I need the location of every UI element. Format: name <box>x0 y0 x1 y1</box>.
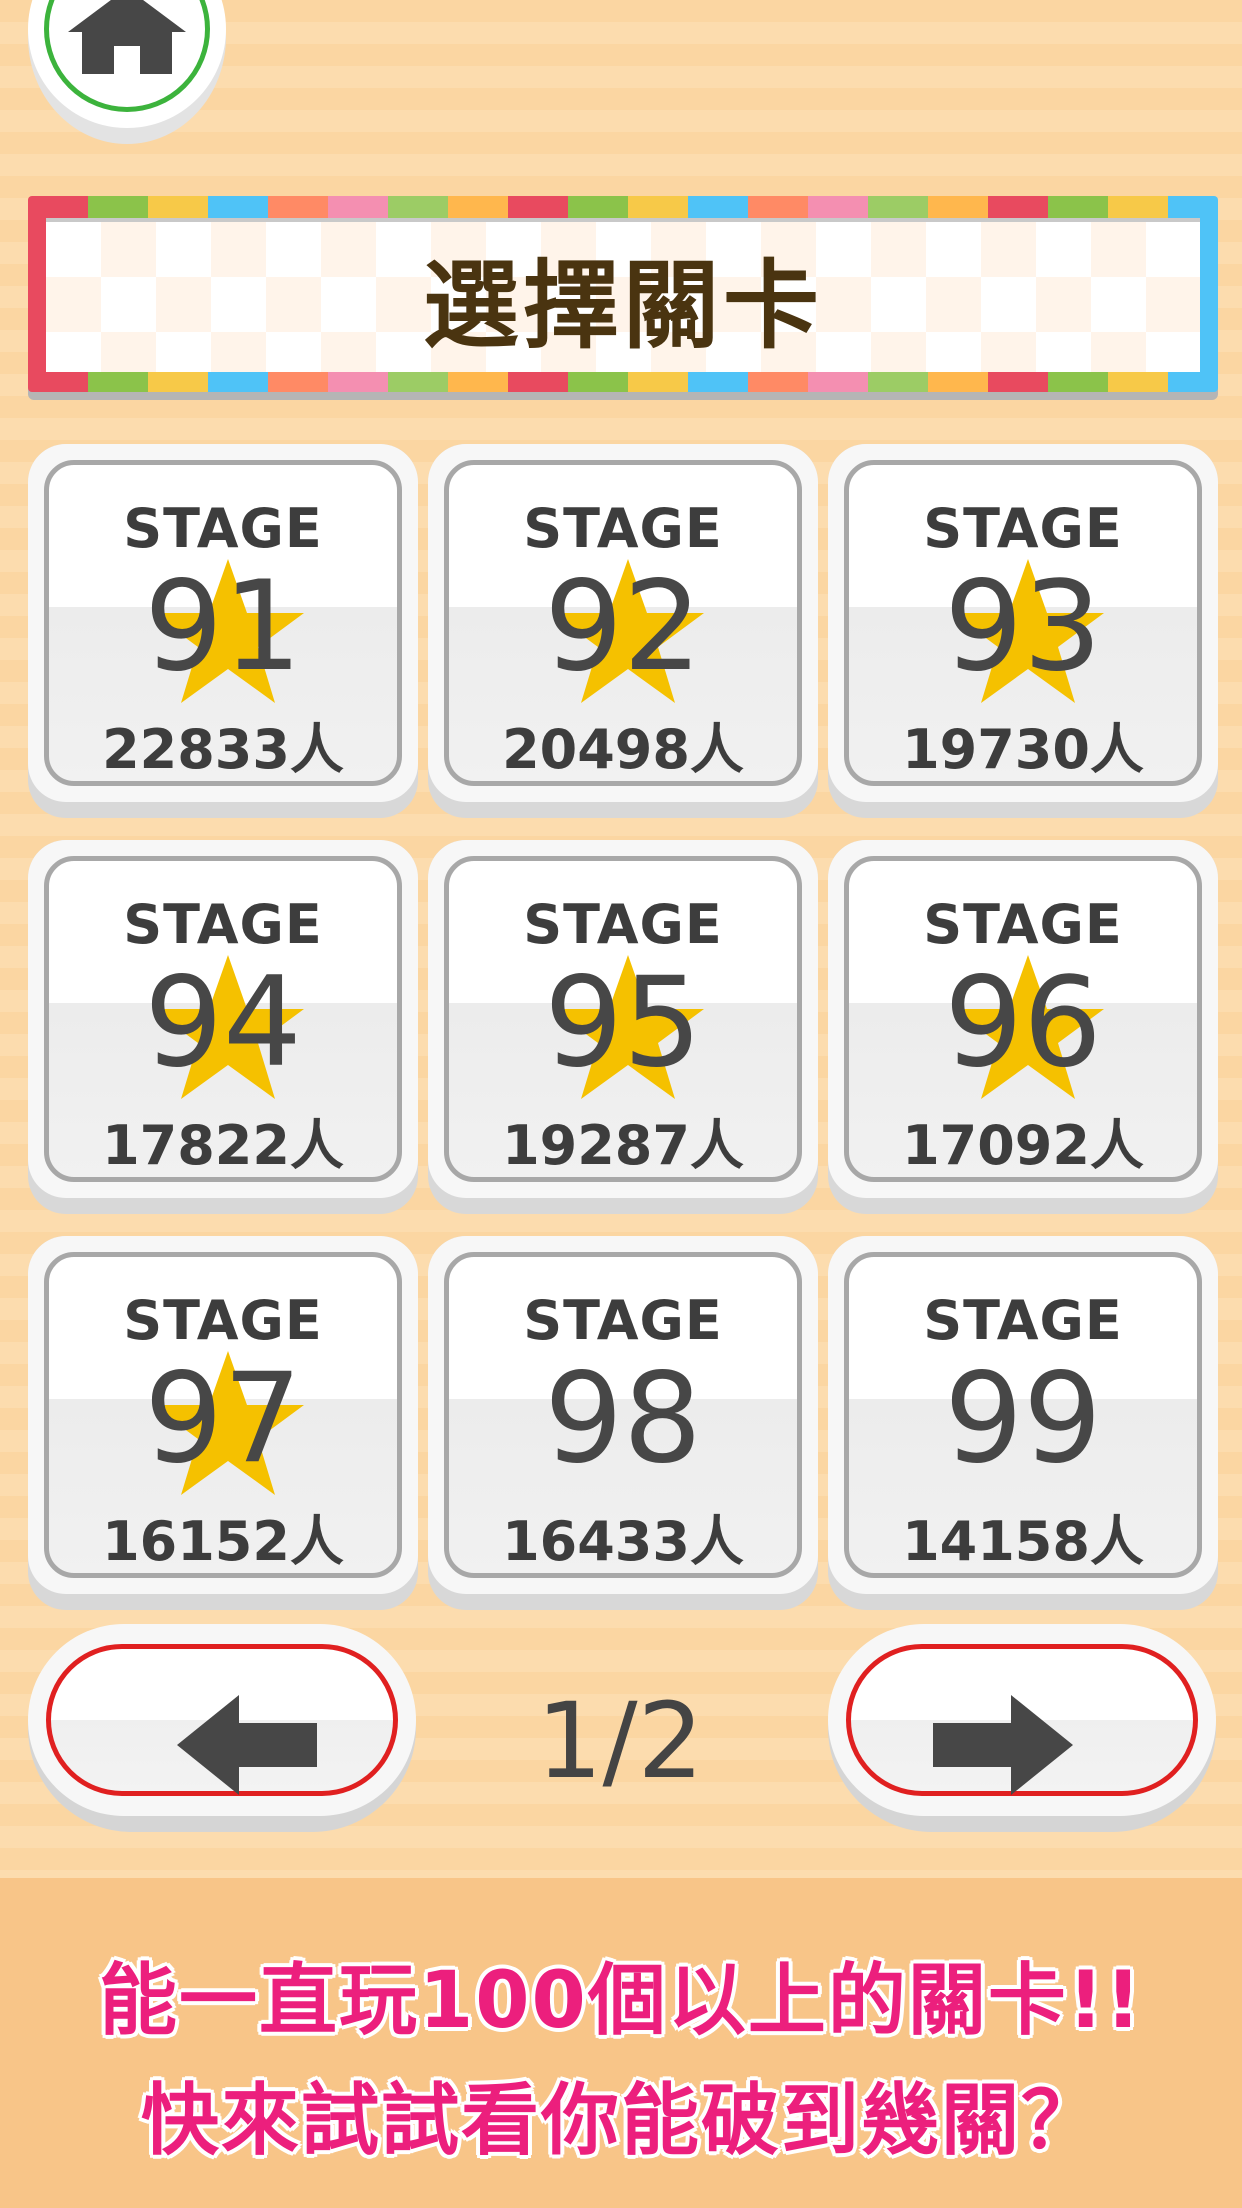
stage-number: 96 <box>944 951 1102 1095</box>
stage-player-count: 20498人 <box>502 718 744 781</box>
stage-player-count: 19287人 <box>502 1114 744 1177</box>
stage-button-96[interactable]: STAGE 96 17092人 <box>828 840 1218 1214</box>
stage-number: 94 <box>144 951 302 1095</box>
stage-player-count: 17822人 <box>102 1114 344 1177</box>
stage-label: STAGE <box>523 893 723 956</box>
next-page-button[interactable] <box>828 1624 1216 1832</box>
stage-number: 92 <box>544 555 702 699</box>
stage-button-92[interactable]: STAGE 92 20498人 <box>428 444 818 818</box>
stage-label: STAGE <box>123 893 323 956</box>
stage-label: STAGE <box>523 1289 723 1352</box>
stage-label: STAGE <box>923 893 1123 956</box>
arrow-left-icon <box>177 1695 317 1795</box>
stage-button-95[interactable]: STAGE 95 19287人 <box>428 840 818 1214</box>
stage-number: 93 <box>944 555 1102 699</box>
page-title: 選擇關卡 <box>423 249 823 362</box>
stage-player-count: 16433人 <box>502 1510 744 1573</box>
stage-label: STAGE <box>923 1289 1123 1352</box>
arrow-right-icon <box>933 1695 1073 1795</box>
caption-line-2: 快來試試看你能破到幾關？ <box>140 2076 1101 2166</box>
stage-label: STAGE <box>123 1289 323 1352</box>
stage-player-count: 22833人 <box>102 718 344 781</box>
stage-number: 91 <box>144 555 302 699</box>
stage-button-91[interactable]: STAGE 91 22833人 <box>28 444 418 818</box>
caption-line-1: 能一直玩100個以上的關卡!! <box>99 1956 1143 2046</box>
stage-button-98[interactable]: STAGE 98 16433人 <box>428 1236 818 1610</box>
stage-button-93[interactable]: STAGE 93 19730人 <box>828 444 1218 818</box>
stage-number: 98 <box>544 1347 702 1491</box>
prev-page-button[interactable] <box>28 1624 416 1832</box>
stage-label: STAGE <box>123 497 323 560</box>
stage-player-count: 17092人 <box>902 1114 1144 1177</box>
stage-button-94[interactable]: STAGE 94 17822人 <box>28 840 418 1214</box>
home-icon <box>68 0 186 74</box>
stage-button-97[interactable]: STAGE 97 16152人 <box>28 1236 418 1610</box>
stage-player-count: 16152人 <box>102 1510 344 1573</box>
stage-number: 99 <box>944 1347 1102 1491</box>
promo-caption: 能一直玩100個以上的關卡!! 快來試試看你能破到幾關？ <box>0 1878 1242 2208</box>
title-banner: 選擇關卡 <box>28 196 1218 400</box>
home-button[interactable] <box>28 0 226 144</box>
stage-button-99[interactable]: STAGE 99 14158人 <box>828 1236 1218 1610</box>
stage-label: STAGE <box>523 497 723 560</box>
stage-player-count: 19730人 <box>902 718 1144 781</box>
stage-player-count: 14158人 <box>902 1510 1144 1573</box>
page-indicator: 1/2 <box>536 1680 704 1802</box>
stage-number: 95 <box>544 951 702 1095</box>
stage-number: 97 <box>144 1347 302 1491</box>
stage-label: STAGE <box>923 497 1123 560</box>
